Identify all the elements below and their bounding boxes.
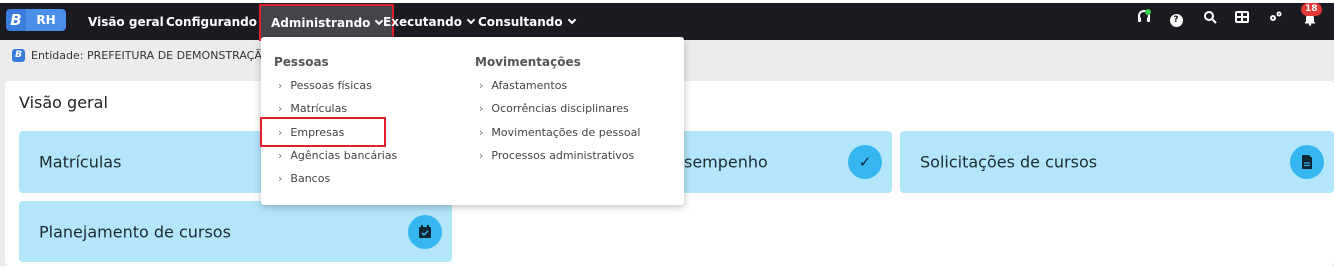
menu-item-movimentacoes-pessoal[interactable]: › Movimentações de pessoal [479, 126, 640, 139]
nav-label: Executando [383, 14, 462, 29]
chevron-right-icon: › [479, 102, 484, 115]
nav-label: Administrando [271, 15, 371, 30]
page-title: Visão geral [19, 93, 108, 112]
tile-label: Solicitações de cursos [920, 152, 1098, 172]
settings-icon[interactable] [1268, 10, 1284, 26]
check-icon: ✓ [848, 145, 882, 179]
apps-grid-icon[interactable] [1234, 10, 1250, 26]
entity-logo-icon: B [12, 48, 25, 62]
document-icon [1290, 145, 1324, 179]
menu-item-afastamentos[interactable]: › Afastamentos [479, 79, 567, 92]
nav-label: Consultando [478, 14, 563, 29]
entity-selector[interactable]: B Entidade: PREFEITURA DE DEMONSTRAÇÃO [12, 45, 270, 65]
chevron-right-icon: › [278, 149, 283, 162]
nav-configurando[interactable]: Configurando [166, 3, 271, 40]
logo-letter: B [6, 9, 26, 31]
tile-label: sempenho [684, 152, 768, 172]
nav-label: Visão geral [88, 14, 164, 29]
tile-label: Planejamento de cursos [39, 222, 231, 241]
highlight-box [260, 117, 386, 147]
help-icon[interactable]: ? [1168, 10, 1184, 27]
menu-item-pessoas-fisicas[interactable]: › Pessoas físicas [278, 79, 372, 92]
tile-solicitacoes-cursos[interactable]: Solicitações de cursos [900, 131, 1334, 193]
online-status-dot [1145, 9, 1151, 15]
top-navbar: B RH Visão geral Configurando Administra… [0, 0, 1334, 41]
menu-item-ocorrencias-disciplinares[interactable]: › Ocorrências disciplinares [479, 102, 629, 115]
menu-item-bancos[interactable]: › Bancos [278, 172, 330, 185]
chevron-right-icon: › [479, 126, 484, 139]
chevron-right-icon: › [278, 102, 283, 115]
tile-label: Matrículas [39, 152, 122, 172]
menu-item-agencias-bancarias[interactable]: › Agências bancárias [278, 149, 397, 162]
menu-item-processos-administrativos[interactable]: › Processos administrativos [479, 149, 634, 162]
nav-administrando[interactable]: Administrando [258, 4, 395, 41]
logo-text: RH [26, 9, 66, 31]
entity-label: Entidade: PREFEITURA DE DEMONSTRAÇÃO [31, 48, 271, 62]
chevron-down-icon [567, 15, 576, 24]
app-logo[interactable]: B RH [6, 9, 66, 33]
nav-visao-geral[interactable]: Visão geral [88, 3, 164, 40]
menu-section-movimentacoes: Movimentações [475, 55, 581, 69]
chevron-right-icon: › [278, 172, 283, 185]
chevron-down-icon [466, 15, 476, 24]
chevron-right-icon: › [479, 149, 484, 162]
chevron-right-icon: › [479, 79, 484, 92]
nav-consultando[interactable]: Consultando [478, 3, 576, 40]
search-icon[interactable] [1202, 10, 1218, 26]
menu-section-pessoas: Pessoas [274, 55, 329, 69]
chevron-right-icon: › [278, 79, 283, 92]
nav-label: Configurando [166, 14, 258, 29]
nav-executando[interactable]: Executando [383, 3, 476, 40]
notifications-badge: 18 [1301, 3, 1322, 16]
menu-item-matriculas[interactable]: › Matrículas [278, 102, 347, 115]
tile-planejamento-cursos[interactable]: Planejamento de cursos [19, 201, 452, 262]
calendar-check-icon [408, 214, 442, 249]
